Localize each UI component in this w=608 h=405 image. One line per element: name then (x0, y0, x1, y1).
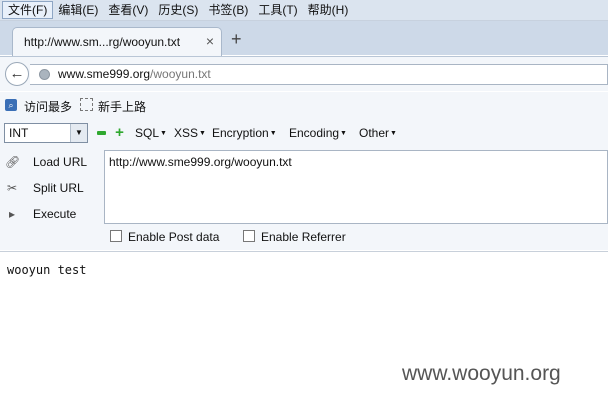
menu-file[interactable]: 文件(F) (2, 1, 54, 19)
play-icon: ▸ (8, 207, 16, 221)
enable-referrer-checkbox[interactable] (243, 230, 255, 242)
back-button[interactable]: ← (5, 62, 29, 86)
menu-view[interactable]: 查看(V) (103, 1, 153, 19)
encoding-menu[interactable]: Encoding▼ (289, 126, 347, 140)
caret-down-icon: ▼ (269, 130, 277, 138)
split-url-label: Split URL (33, 181, 84, 195)
int-select[interactable]: INT ▼ (4, 123, 88, 143)
address-bar[interactable]: www.sme999.org/wooyun.txt (30, 64, 608, 85)
load-url-label: Load URL (33, 155, 88, 169)
hackbar-panel: 🔗︎ Load URL ✂ Split URL ▸ Execute http:/… (0, 148, 608, 250)
menu-help[interactable]: 帮助(H) (303, 1, 354, 19)
tab-strip: http://www.sm...rg/wooyun.txt × + (0, 21, 608, 56)
enable-post-checkbox[interactable] (110, 230, 122, 242)
execute-button[interactable]: ▸ Execute (0, 202, 100, 226)
split-url-button[interactable]: ✂ Split URL (0, 176, 100, 200)
chevron-down-icon: ▼ (70, 124, 87, 142)
hackbar-toolbar: INT ▼ + SQL▼ XSS▼ Encryption▼ Encoding▼ … (0, 118, 608, 148)
url-domain: www.sme999.org (58, 67, 151, 81)
caret-down-icon: ▼ (390, 130, 397, 138)
page-text: wooyun test (7, 263, 87, 277)
encryption-menu-label: Encryption (212, 126, 269, 140)
menu-bar: 文件(F) 编辑(E) 查看(V) 历史(S) 书签(B) 工具(T) 帮助(H… (0, 0, 608, 21)
menu-bookmarks[interactable]: 书签(B) (203, 1, 253, 19)
back-arrow-icon: ← (9, 65, 25, 82)
other-menu-label: Other (359, 126, 390, 140)
caret-down-icon: ▼ (199, 130, 206, 138)
page-content: wooyun test www.wooyun.org (0, 251, 608, 405)
bookmark-most-visited[interactable]: 访问最多 (24, 98, 72, 115)
scissors-icon: ✂ (6, 181, 18, 195)
address-text: www.sme999.org/wooyun.txt (58, 67, 211, 81)
browser-tab[interactable]: http://www.sm...rg/wooyun.txt × (12, 27, 222, 56)
load-url-icon: 🔗︎ (5, 155, 21, 169)
plus-icon[interactable]: + (113, 125, 126, 140)
navigation-bar: www.sme999.org/wooyun.txt ← (0, 56, 608, 91)
enable-referrer-label: Enable Referrer (261, 230, 346, 244)
tab-title: http://www.sm...rg/wooyun.txt (24, 35, 181, 49)
select-value: INT (9, 126, 29, 140)
url-textarea[interactable]: http://www.sme999.org/wooyun.txt (104, 150, 608, 224)
new-tab-icon[interactable]: + (231, 30, 242, 48)
enable-post-label: Enable Post data (128, 230, 220, 244)
sql-menu[interactable]: SQL▼ (135, 126, 167, 140)
encryption-menu[interactable]: Encryption▼ (212, 126, 277, 140)
encoding-menu-label: Encoding (289, 126, 340, 140)
other-menu[interactable]: Other▼ (359, 126, 397, 140)
sql-menu-label: SQL (135, 126, 160, 140)
caret-down-icon: ▼ (160, 130, 167, 138)
url-path: /wooyun.txt (150, 67, 211, 81)
menu-tools[interactable]: 工具(T) (253, 1, 302, 19)
bookmark-page-icon (80, 98, 93, 111)
xss-menu-label: XSS (174, 126, 199, 140)
menu-history[interactable]: 历史(S) (153, 1, 203, 19)
load-url-button[interactable]: 🔗︎ Load URL (0, 150, 100, 174)
bookmark-folder-icon: ⌕ (5, 99, 17, 111)
minus-icon[interactable] (97, 131, 106, 135)
menu-edit[interactable]: 编辑(E) (53, 1, 103, 19)
close-icon[interactable]: × (206, 33, 214, 49)
bookmark-getting-started[interactable]: 新手上路 (98, 98, 146, 115)
caret-down-icon: ▼ (340, 130, 347, 138)
globe-icon (39, 69, 50, 80)
url-textarea-value: http://www.sme999.org/wooyun.txt (109, 155, 292, 169)
bookmarks-bar: ⌕ 访问最多 新手上路 (0, 92, 608, 118)
execute-label: Execute (33, 207, 77, 221)
xss-menu[interactable]: XSS▼ (174, 126, 206, 140)
watermark: www.wooyun.org (402, 362, 561, 385)
